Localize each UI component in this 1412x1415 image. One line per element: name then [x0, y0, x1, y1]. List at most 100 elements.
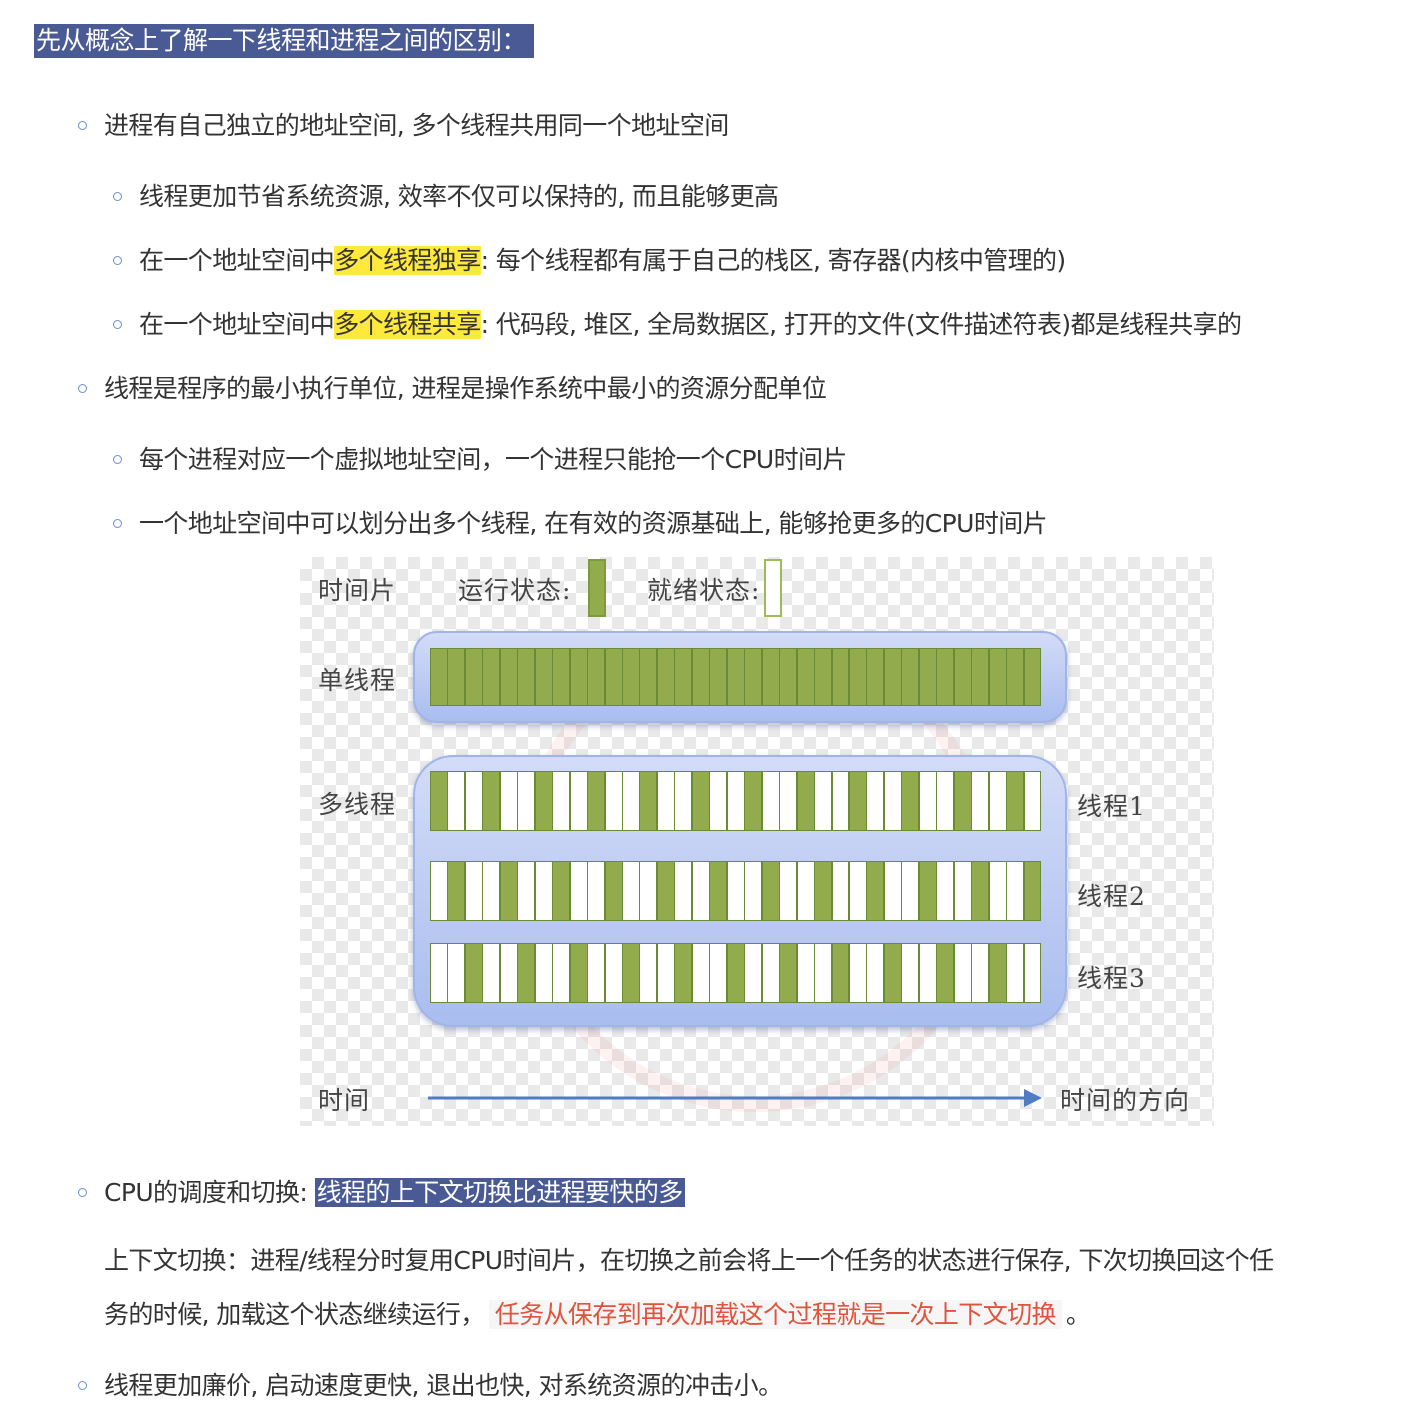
ready-slot: [953, 943, 972, 1003]
ready-slot: [430, 861, 448, 921]
ready-slot: [883, 771, 902, 831]
ready-slot: [971, 943, 990, 1003]
inline-code: 任务从保存到再次加载这个过程就是一次上下文切换: [488, 1300, 1062, 1329]
running-slot: [709, 648, 728, 706]
ready-slot: [482, 943, 501, 1003]
ready-slot: [814, 771, 832, 831]
running-slot: [464, 943, 483, 1003]
bullet-icon: [78, 121, 87, 130]
running-slot: [552, 861, 571, 921]
running-slot: [936, 943, 955, 1003]
thread1-label: 线程1: [1077, 792, 1146, 821]
running-slot: [744, 771, 763, 831]
running-slot: [569, 648, 588, 706]
ready-slot: [936, 861, 955, 921]
ready-slot: [569, 771, 588, 831]
running-slot: [656, 648, 675, 706]
running-slot: [674, 648, 693, 706]
running-slot: [534, 648, 553, 706]
running-slot: [656, 861, 675, 921]
time-arrow-icon: [428, 1089, 1042, 1107]
ready-slot: [953, 861, 972, 921]
ready-slot: [796, 861, 815, 921]
running-slot: [726, 648, 745, 706]
text-segment: 在一个地址空间中: [139, 246, 335, 275]
ready-slot: [499, 771, 518, 831]
ready-slot: [918, 943, 937, 1003]
running-slot: [517, 648, 536, 706]
running-slot: [796, 771, 815, 831]
list-item: 在一个地址空间中多个线程独享: 每个线程都有属于自己的栈区, 寄存器(内核中管理…: [139, 243, 1066, 279]
list-item: 进程有自己独立的地址空间, 多个线程共用同一个地址空间: [104, 111, 729, 140]
ready-slot: [1023, 771, 1042, 831]
ready-slot: [622, 861, 640, 921]
highlight-mark: 线程的上下文切换比进程要快的多: [314, 1178, 685, 1207]
ready-slot: [656, 943, 675, 1003]
section-heading: 先从概念上了解一下线程和进程之间的区别：: [34, 24, 535, 58]
ready-slot: [587, 943, 606, 1003]
ready-slot: [761, 943, 780, 1003]
time-label: 时间: [318, 1086, 371, 1115]
list-item: 线程更加廉价, 启动速度更快, 退出也快, 对系统资源的冲击小。: [104, 1371, 783, 1400]
list-item: 线程是程序的最小执行单位, 进程是操作系统中最小的资源分配单位: [104, 374, 827, 403]
ready-slot: [918, 771, 937, 831]
running-slot: [447, 861, 466, 921]
ready-slot: [569, 861, 588, 921]
single-thread-label: 单线程: [318, 666, 397, 695]
thread2-label: 线程2: [1077, 882, 1146, 911]
ready-slot: [674, 861, 693, 921]
ready-slot: [1006, 943, 1025, 1003]
ready-legend-swatch: [764, 559, 782, 617]
ready-slot: [831, 771, 850, 831]
running-slot: [447, 648, 466, 706]
ready-slot: [430, 943, 448, 1003]
running-slot: [744, 648, 763, 706]
running-slot: [953, 648, 972, 706]
bullet-icon: [113, 320, 122, 329]
running-slot: [691, 648, 710, 706]
running-slot: [1006, 648, 1025, 706]
ready-slot: [936, 771, 955, 831]
ready-slot: [866, 771, 885, 831]
running-slot: [674, 943, 693, 1003]
running-slot: [604, 648, 623, 706]
time-slice-label: 时间片: [318, 576, 397, 605]
ready-slot: [988, 861, 1007, 921]
running-slot: [430, 771, 448, 831]
text-segment: 务的时候, 加载这个状态继续运行，: [104, 1300, 485, 1329]
running-slot: [499, 648, 518, 706]
running-slot: [430, 648, 448, 706]
ready-slot: [534, 861, 553, 921]
running-slot: [971, 861, 990, 921]
ready-slot: [883, 861, 902, 921]
running-slot: [726, 943, 745, 1003]
highlight-mark: 多个线程独享: [334, 246, 481, 275]
ready-slot: [761, 771, 780, 831]
multi-thread-label: 多线程: [318, 790, 397, 819]
list-item: 一个地址空间中可以划分出多个线程, 在有效的资源基础上, 能够抢更多的CPU时间…: [139, 509, 1048, 538]
running-slot: [761, 861, 780, 921]
thread-timeslice-diagram: 时间片 运行状态: 就绪状态: 单线程 多线程 线程1 线程2 线程3 时间 时…: [300, 557, 1214, 1126]
highlight-mark: 多个线程共享: [334, 310, 481, 339]
running-slot: [1006, 771, 1025, 831]
ready-slot: [848, 943, 867, 1003]
ready-slot: [622, 771, 640, 831]
time-direction-label: 时间的方向: [1060, 1086, 1191, 1115]
ready-slot: [534, 943, 553, 1003]
bullet-icon: [78, 384, 87, 393]
ready-slot: [744, 943, 763, 1003]
ready-slot: [517, 861, 536, 921]
ready-slot: [709, 771, 728, 831]
ready-slot: [464, 771, 483, 831]
running-slot: [482, 771, 501, 831]
running-slot: [639, 771, 658, 831]
running-slot: [569, 943, 588, 1003]
ready-slot: [814, 943, 832, 1003]
list-item: CPU的调度和切换: 线程的上下文切换比进程要快的多: [104, 1175, 685, 1211]
ready-slot: [831, 861, 850, 921]
ready-slot: [971, 771, 990, 831]
ready-slot: [604, 771, 623, 831]
running-slot: [883, 943, 902, 1003]
running-slot: [761, 648, 780, 706]
ready-slot: [552, 771, 571, 831]
